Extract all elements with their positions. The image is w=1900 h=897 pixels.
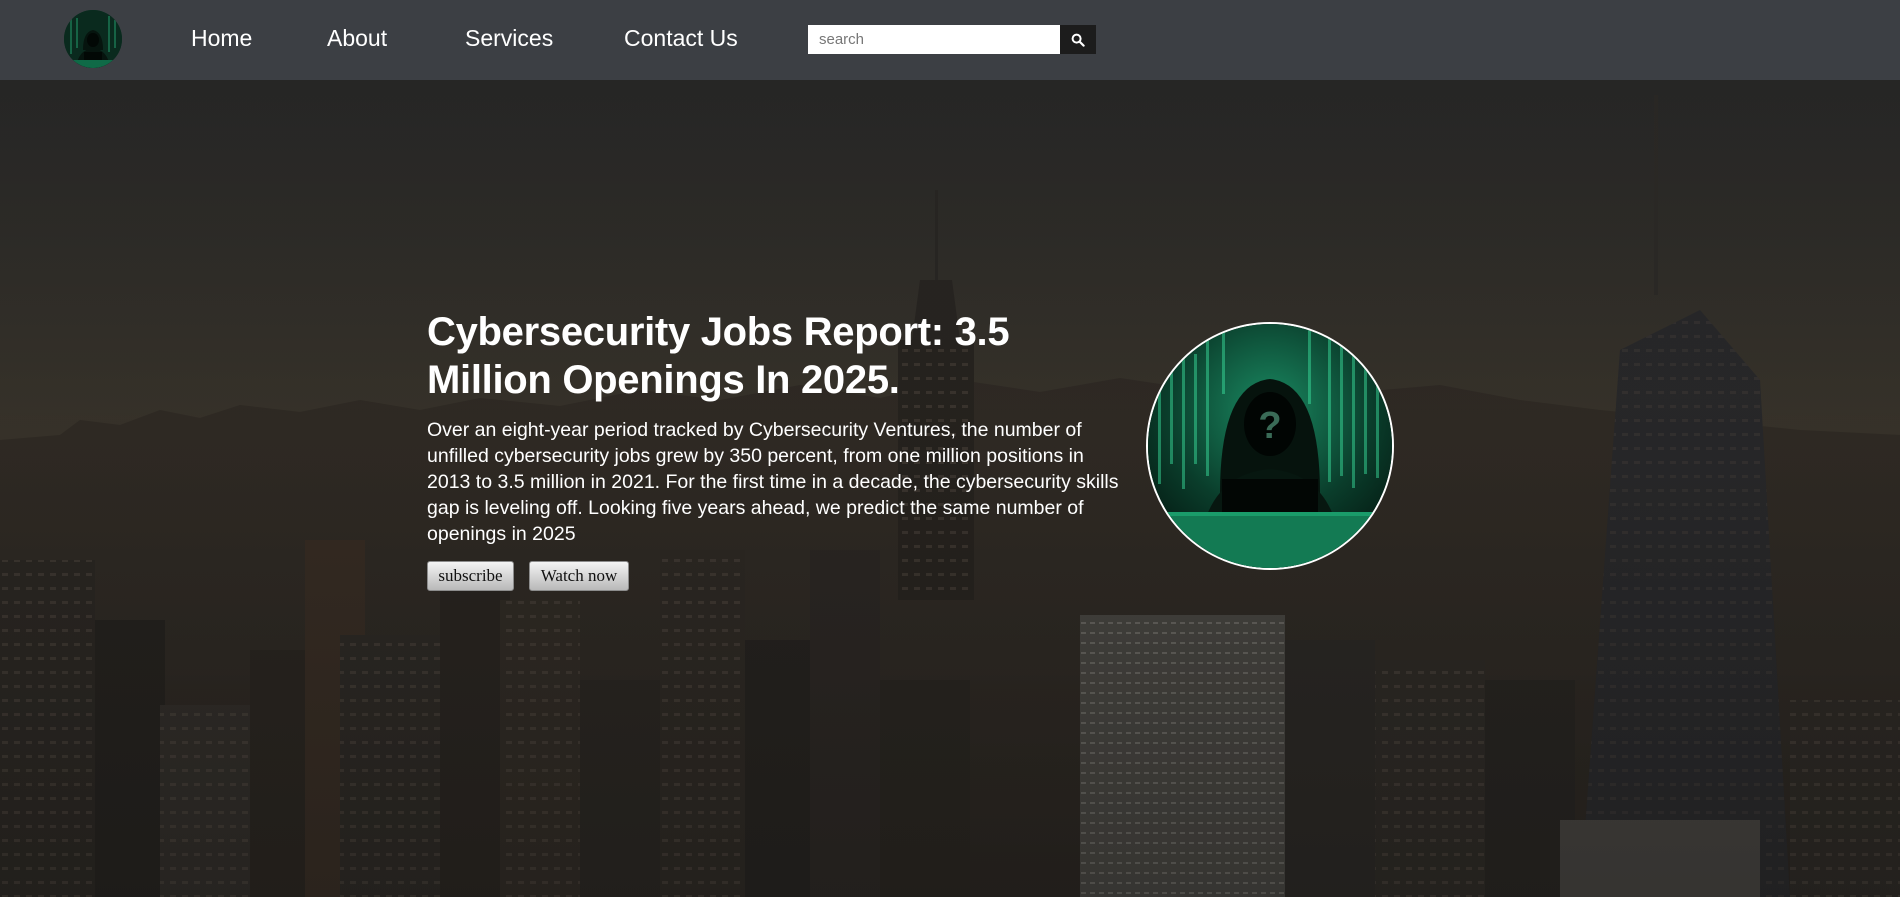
hacker-logo-icon[interactable] (64, 10, 122, 68)
nav-link-contact-us[interactable]: Contact Us (624, 25, 738, 52)
watch-now-button[interactable]: Watch now (529, 561, 629, 591)
hooded-hacker-image: ? (1146, 322, 1394, 570)
search-icon (1071, 33, 1085, 47)
nav-link-home[interactable]: Home (191, 25, 252, 52)
nav-link-about[interactable]: About (327, 25, 387, 52)
hero-section: Cybersecurity Jobs Report: 3.5 Million O… (0, 80, 1900, 897)
top-navigation-bar: Home About Services Contact Us (0, 0, 1900, 80)
hero-title: Cybersecurity Jobs Report: 3.5 Million O… (427, 310, 1010, 402)
subscribe-button[interactable]: subscribe (427, 561, 514, 591)
nav-link-services[interactable]: Services (465, 25, 553, 52)
search-input[interactable] (808, 25, 1060, 54)
hero-description: Over an eight-year period tracked by Cyb… (427, 419, 1119, 545)
search-button[interactable] (1060, 25, 1096, 54)
svg-text:?: ? (1258, 405, 1281, 447)
